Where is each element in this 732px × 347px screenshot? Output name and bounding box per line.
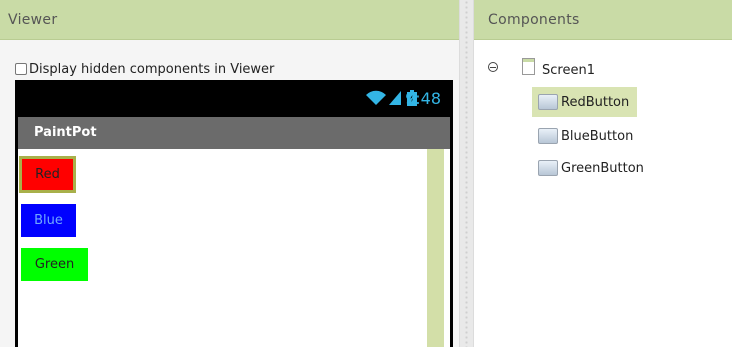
components-header: Components — [474, 0, 732, 40]
hidden-components-checkbox[interactable] — [15, 63, 27, 75]
screen-scrollbar[interactable] — [427, 149, 444, 347]
components-title: Components — [488, 12, 580, 28]
collapse-icon[interactable] — [488, 62, 498, 72]
app-title-bar: PaintPot — [18, 117, 450, 149]
hidden-components-row[interactable]: Display hidden components in Viewer — [15, 60, 274, 78]
hidden-components-label[interactable]: Display hidden components in Viewer — [29, 62, 274, 77]
red-button[interactable]: Red — [19, 156, 76, 193]
tree-item-greenbutton[interactable]: GreenButton — [532, 153, 644, 183]
button-icon — [538, 128, 558, 144]
panel-splitter[interactable] — [459, 0, 474, 347]
blue-button[interactable]: Blue — [21, 204, 76, 237]
tree-item-bluebutton[interactable]: BlueButton — [532, 121, 633, 151]
tree-item-screen1[interactable]: Screen1 — [542, 63, 595, 78]
tree-item-label: GreenButton — [561, 160, 644, 176]
button-icon — [538, 160, 558, 176]
phone-screen: Red Blue Green — [18, 149, 450, 347]
status-bar: 9:48 — [15, 80, 453, 117]
green-button[interactable]: Green — [21, 248, 88, 281]
status-time: 9:48 — [405, 89, 441, 108]
viewer-panel: Viewer Display hidden components in View… — [0, 0, 459, 347]
phone-preview: 9:48 PaintPot Red Blue Green — [15, 80, 453, 347]
viewer-title: Viewer — [8, 12, 58, 28]
button-icon — [538, 94, 558, 110]
tree-item-redbutton[interactable]: RedButton — [532, 87, 638, 117]
tree-item-label: BlueButton — [561, 128, 634, 144]
app-title: PaintPot — [34, 125, 97, 140]
screen-icon — [522, 58, 535, 75]
splitter-grip — [464, 0, 469, 347]
tree-item-label: RedButton — [561, 94, 630, 110]
components-panel: Components Screen1 RedButton BlueButton … — [474, 0, 732, 347]
signal-icon — [389, 91, 401, 105]
wifi-icon — [366, 90, 386, 105]
viewer-header: Viewer — [0, 0, 459, 40]
